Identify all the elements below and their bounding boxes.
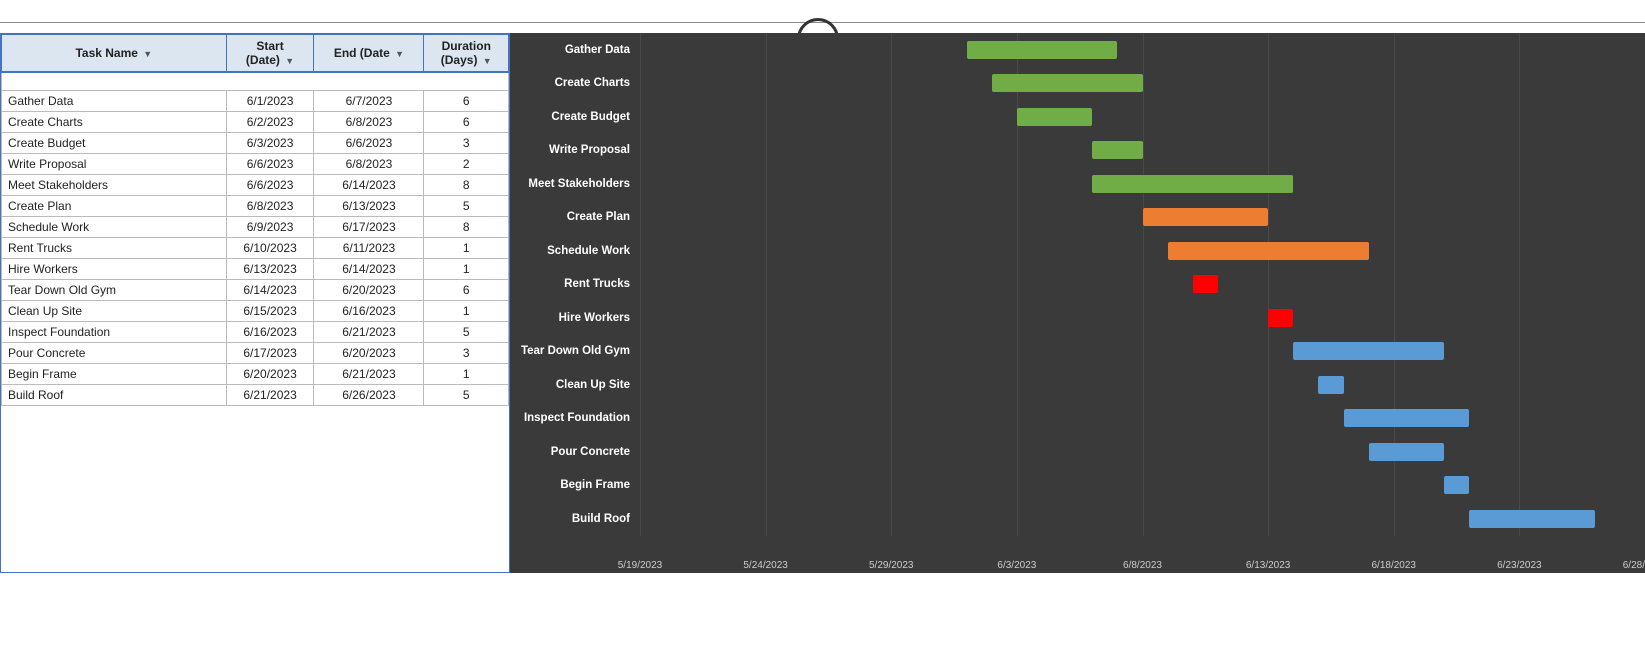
table-row: Build Roof6/21/20236/26/20235	[2, 384, 509, 405]
gantt-row-bars	[640, 435, 1645, 469]
table-row: Create Plan6/8/20236/13/20235	[2, 195, 509, 216]
table-row: Begin Frame6/20/20236/21/20231	[2, 363, 509, 384]
gantt-row-label: Begin Frame	[510, 479, 640, 491]
gantt-bar	[1344, 409, 1470, 427]
gantt-bar	[967, 41, 1118, 59]
gantt-bar	[1268, 309, 1293, 327]
gantt-row-label: Meet Stakeholders	[510, 178, 640, 190]
gantt-row: Schedule Work	[510, 234, 1645, 268]
gantt-row: Write Proposal	[510, 134, 1645, 168]
axis-tick: 6/3/2023	[997, 560, 1036, 571]
gantt-row: Create Budget	[510, 100, 1645, 134]
gantt-row-bars	[640, 201, 1645, 235]
table-row: Hire Workers6/13/20236/14/20231	[2, 258, 509, 279]
gantt-row-label: Tear Down Old Gym	[510, 345, 640, 357]
gantt-row: Meet Stakeholders	[510, 167, 1645, 201]
gantt-row-bars	[640, 368, 1645, 402]
table-row: Write Proposal6/6/20236/8/20232	[2, 153, 509, 174]
gantt-bar	[1168, 242, 1369, 260]
axis-tick: 6/28/2023	[1623, 560, 1645, 571]
table-row: Rent Trucks6/10/20236/11/20231	[2, 237, 509, 258]
table-row: Gather Data6/1/20236/7/20236	[2, 90, 509, 111]
gantt-row-label: Build Roof	[510, 513, 640, 525]
axis-tick: 5/19/2023	[618, 560, 663, 571]
task-table-container: Task Name ▼ Start(Date) ▼ End (Date ▼ Du…	[0, 33, 510, 573]
gantt-bar	[1092, 175, 1293, 193]
gantt-row-label: Pour Concrete	[510, 446, 640, 458]
gantt-row: Pour Concrete	[510, 435, 1645, 469]
gantt-row-label: Rent Trucks	[510, 278, 640, 290]
table-row: Inspect Foundation6/16/20236/21/20235	[2, 321, 509, 342]
table-row: Schedule Work6/9/20236/17/20238	[2, 216, 509, 237]
gantt-row-label: Hire Workers	[510, 312, 640, 324]
col-task-name[interactable]: Task Name ▼	[2, 35, 227, 73]
gantt-row-bars	[640, 469, 1645, 503]
gantt-bar	[1369, 443, 1444, 461]
gantt-row-bars	[640, 167, 1645, 201]
table-row: Tear Down Old Gym6/14/20236/20/20236	[2, 279, 509, 300]
gantt-row: Tear Down Old Gym	[510, 335, 1645, 369]
gantt-row: Inspect Foundation	[510, 402, 1645, 436]
col-start[interactable]: Start(Date) ▼	[226, 35, 314, 73]
axis-tick: 6/8/2023	[1123, 560, 1162, 571]
gantt-row: Gather Data	[510, 33, 1645, 67]
task-table: Task Name ▼ Start(Date) ▼ End (Date ▼ Du…	[1, 34, 509, 406]
gantt-row-label: Schedule Work	[510, 245, 640, 257]
gantt-row-label: Clean Up Site	[510, 379, 640, 391]
gantt-row-bars	[640, 268, 1645, 302]
gantt-row-bars	[640, 335, 1645, 369]
gantt-bar	[992, 74, 1143, 92]
table-header-row: Task Name ▼ Start(Date) ▼ End (Date ▼ Du…	[2, 35, 509, 73]
gantt-bar	[1469, 510, 1595, 528]
spacer-row	[2, 72, 509, 90]
header	[0, 0, 1645, 16]
table-row: Pour Concrete6/17/20236/20/20233	[2, 342, 509, 363]
gantt-row: Begin Frame	[510, 469, 1645, 503]
gantt-row: Rent Trucks	[510, 268, 1645, 302]
table-row: Create Charts6/2/20236/8/20236	[2, 111, 509, 132]
gantt-row-label: Inspect Foundation	[510, 412, 640, 424]
gantt-row-label: Gather Data	[510, 44, 640, 56]
main-content: Task Name ▼ Start(Date) ▼ End (Date ▼ Du…	[0, 33, 1645, 573]
gantt-row: Hire Workers	[510, 301, 1645, 335]
gantt-row-label: Create Charts	[510, 77, 640, 89]
gantt-row: Build Roof	[510, 502, 1645, 536]
gantt-bar	[1092, 141, 1142, 159]
gantt-bar	[1017, 108, 1092, 126]
table-row: Create Budget6/3/20236/6/20233	[2, 132, 509, 153]
axis-tick: 6/23/2023	[1497, 560, 1542, 571]
gantt-row-bars	[640, 502, 1645, 536]
gantt-bar	[1293, 342, 1444, 360]
gantt-row-label: Create Plan	[510, 211, 640, 223]
col-end[interactable]: End (Date ▼	[314, 35, 424, 73]
gantt-row-bars	[640, 234, 1645, 268]
gantt-row-bars	[640, 301, 1645, 335]
gantt-row-bars	[640, 100, 1645, 134]
gantt-bar	[1193, 275, 1218, 293]
gantt-chart: Gather Data Create Charts Create Budget Wri…	[510, 33, 1645, 573]
gantt-row: Create Plan	[510, 201, 1645, 235]
gantt-bar	[1444, 476, 1469, 494]
gantt-row-label: Write Proposal	[510, 144, 640, 156]
axis-tick: 5/29/2023	[869, 560, 914, 571]
gantt-bar	[1143, 208, 1269, 226]
gantt-row-bars	[640, 402, 1645, 436]
gantt-row-bars	[640, 134, 1645, 168]
axis-tick: 6/13/2023	[1246, 560, 1291, 571]
gantt-row-bars	[640, 33, 1645, 67]
gantt-row: Clean Up Site	[510, 368, 1645, 402]
col-duration[interactable]: Duration(Days) ▼	[424, 35, 509, 73]
axis-tick: 6/18/2023	[1372, 560, 1417, 571]
axis-tick: 5/24/2023	[743, 560, 788, 571]
gantt-row-bars	[640, 67, 1645, 101]
table-row: Clean Up Site6/15/20236/16/20231	[2, 300, 509, 321]
gantt-row-label: Create Budget	[510, 111, 640, 123]
gantt-row: Create Charts	[510, 67, 1645, 101]
gantt-bar	[1318, 376, 1343, 394]
table-row: Meet Stakeholders6/6/20236/14/20238	[2, 174, 509, 195]
